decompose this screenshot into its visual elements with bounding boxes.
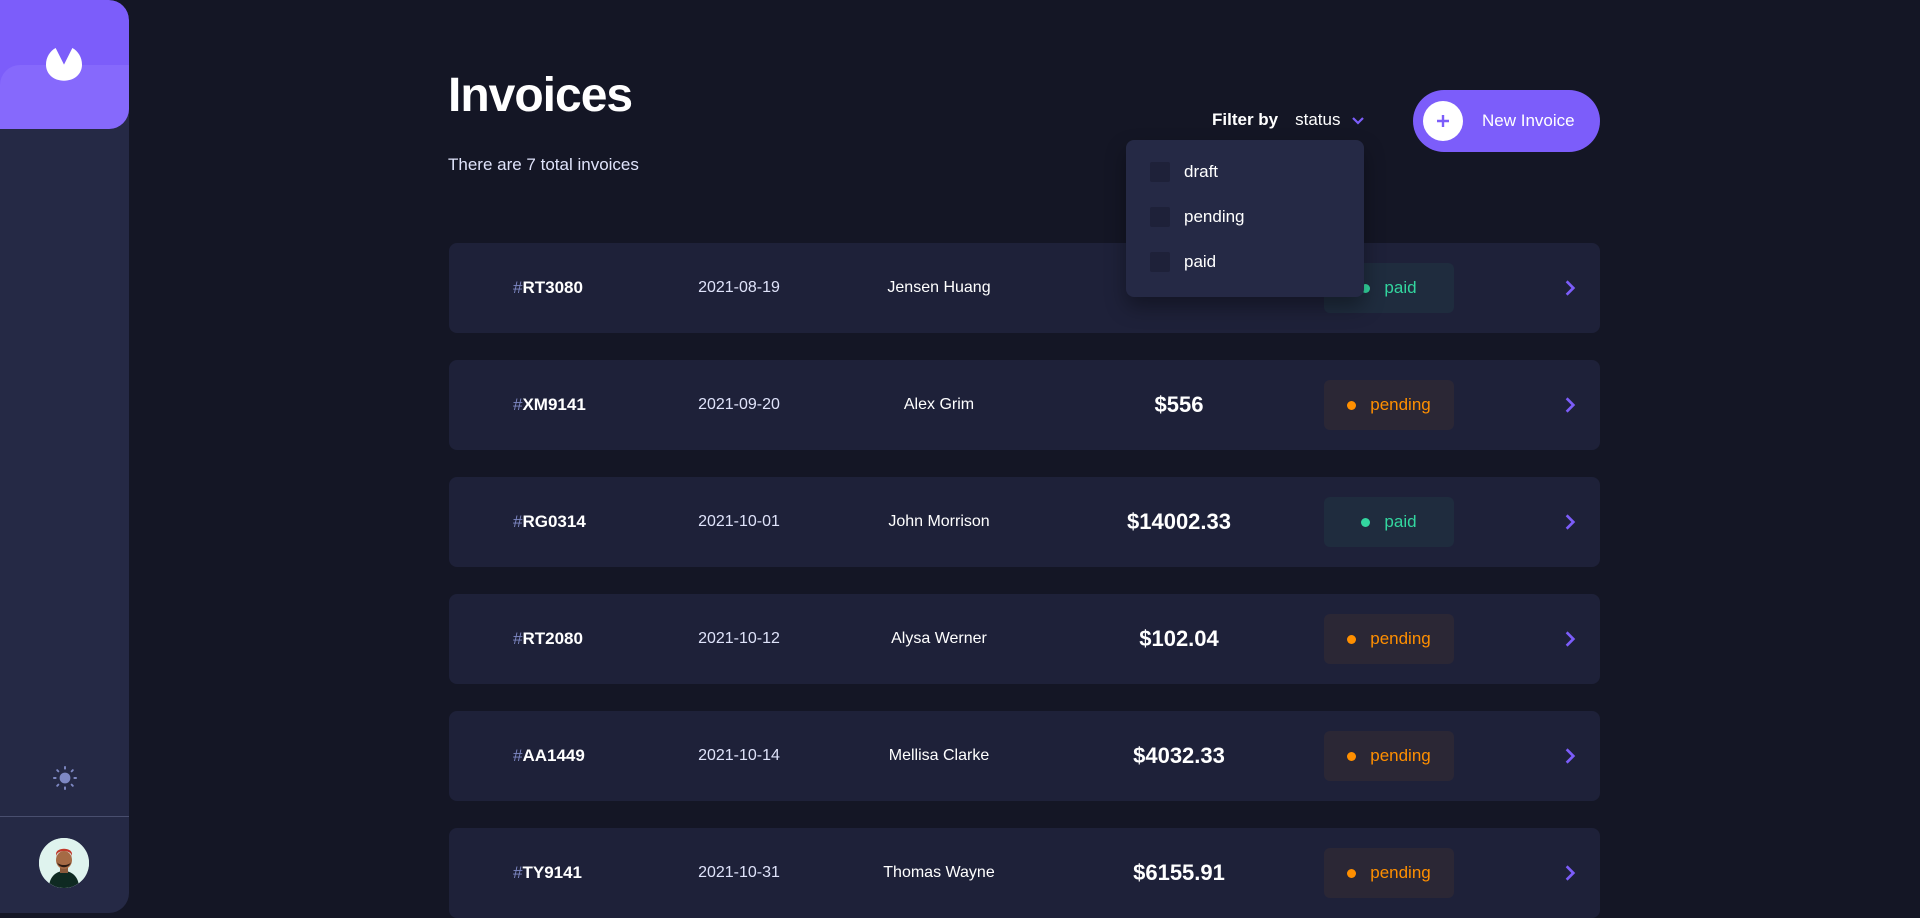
new-invoice-label: New Invoice <box>1482 111 1575 130</box>
status-label: paid <box>1384 512 1417 531</box>
invoice-client-name: Thomas Wayne <box>883 864 995 881</box>
status-dot <box>1347 868 1357 878</box>
filter-option-draft[interactable]: draft <box>1150 159 1218 185</box>
filter-option-label: draft <box>1184 162 1219 181</box>
invoice-due-date: 2021-10-01 <box>698 513 780 530</box>
status-label: pending <box>1370 395 1431 414</box>
status-dot <box>1361 517 1371 527</box>
invoice-due-date: 2021-10-31 <box>698 864 780 881</box>
invoice-id: #AA1449 <box>513 746 585 765</box>
invoice-due-date: 2021-10-14 <box>698 747 780 764</box>
status-label: pending <box>1370 863 1431 882</box>
invoice-amount: $14002.33 <box>1127 509 1231 534</box>
filter-option-label: pending <box>1184 207 1245 226</box>
plus-icon <box>1423 101 1463 141</box>
invoice-client-name: Jensen Huang <box>887 279 991 296</box>
filter-label: Filter by <box>1212 110 1279 129</box>
status-dot <box>1347 751 1357 761</box>
status-label: pending <box>1370 629 1431 648</box>
chevron-right-icon <box>1565 514 1576 530</box>
chevron-right-icon <box>1565 397 1576 413</box>
avatar[interactable] <box>39 838 89 888</box>
invoice-id: #TY9141 <box>513 863 583 882</box>
sidebar-divider <box>0 816 129 817</box>
status-badge: pending <box>1324 380 1454 430</box>
checkbox[interactable] <box>1150 162 1170 182</box>
page-title: Invoices <box>448 69 633 122</box>
new-invoice-button[interactable]: New Invoice <box>1413 90 1600 152</box>
invoice-row[interactable]: #RG0314 2021-10-01 John Morrison $14002.… <box>449 477 1600 567</box>
invoice-row[interactable]: #RT3080 2021-08-19 Jensen Huang paid <box>449 243 1600 333</box>
sidebar <box>0 0 129 913</box>
filter-option-label: paid <box>1184 252 1217 271</box>
sun-icon <box>53 766 77 790</box>
status-badge: paid <box>1324 497 1454 547</box>
filter-dropdown-toggle[interactable]: Filter by status <box>1212 110 1365 130</box>
status-badge: pending <box>1324 848 1454 898</box>
logo-icon <box>46 48 82 81</box>
invoice-due-date: 2021-08-19 <box>698 279 780 296</box>
invoice-row[interactable]: #XM9141 2021-09-20 Alex Grim $556 pendin… <box>449 360 1600 450</box>
invoice-client-name: Alex Grim <box>903 396 975 413</box>
filter-dropdown-menu: draft pending paid <box>1126 140 1364 297</box>
logo[interactable] <box>0 0 129 129</box>
invoice-due-date: 2021-09-20 <box>698 396 780 413</box>
chevron-right-icon <box>1565 280 1576 296</box>
status-label: pending <box>1370 746 1431 765</box>
status-dot <box>1347 400 1357 410</box>
invoice-amount: $4032.33 <box>1133 743 1225 768</box>
invoice-row[interactable]: #AA1449 2021-10-14 Mellisa Clarke $4032.… <box>449 711 1600 801</box>
chevron-down-icon <box>1352 110 1365 130</box>
invoice-id: #XM9141 <box>513 395 586 414</box>
invoice-client-name: Mellisa Clarke <box>888 747 990 764</box>
theme-toggle[interactable] <box>50 763 80 793</box>
chevron-right-icon <box>1565 631 1576 647</box>
invoice-client-name: Alysa Werner <box>891 630 987 647</box>
invoice-amount: $556 <box>1154 392 1204 417</box>
checkbox[interactable] <box>1150 207 1170 227</box>
filter-value: status <box>1295 110 1341 129</box>
status-badge: pending <box>1324 614 1454 664</box>
filter-option-pending[interactable]: pending <box>1150 204 1245 230</box>
checkbox[interactable] <box>1150 252 1170 272</box>
chevron-right-icon <box>1565 865 1576 881</box>
invoice-amount: $6155.91 <box>1133 860 1225 885</box>
invoice-amount: $102.04 <box>1139 626 1219 651</box>
invoice-id: #RG0314 <box>513 512 586 531</box>
invoice-row[interactable]: #RT2080 2021-10-12 Alysa Werner $102.04 … <box>449 594 1600 684</box>
invoice-client-name: John Morrison <box>888 513 990 530</box>
invoice-id: #RT3080 <box>513 278 583 297</box>
filter-option-paid[interactable]: paid <box>1150 249 1216 275</box>
invoice-count: There are 7 total invoices <box>448 155 639 174</box>
invoice-due-date: 2021-10-12 <box>698 630 780 647</box>
status-badge: pending <box>1324 731 1454 781</box>
status-label: paid <box>1384 278 1417 297</box>
avatar-image <box>39 838 89 888</box>
invoice-row[interactable]: #TY9141 2021-10-31 Thomas Wayne $6155.91… <box>449 828 1600 918</box>
invoice-id: #RT2080 <box>513 629 583 648</box>
chevron-right-icon <box>1565 748 1576 764</box>
status-dot <box>1347 634 1357 644</box>
